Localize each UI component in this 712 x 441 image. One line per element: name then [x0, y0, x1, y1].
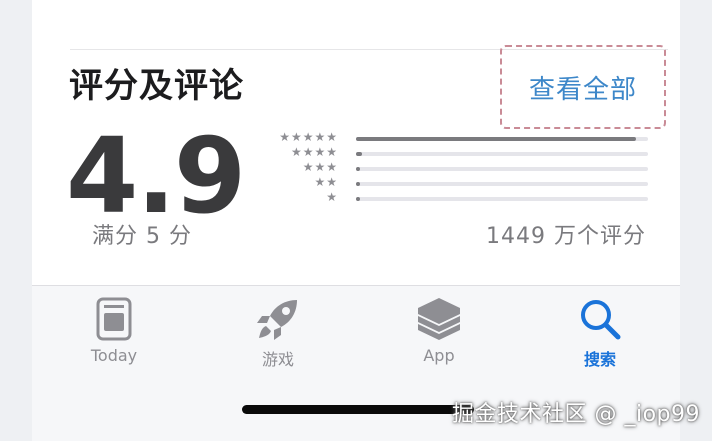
tab-search[interactable]: 搜索: [530, 294, 670, 374]
tab-app[interactable]: App: [369, 294, 509, 374]
stars-label: ★★: [314, 175, 338, 189]
rating-bar-track: [356, 182, 648, 186]
stars-label: ★★★★★: [279, 130, 338, 144]
tab-label: 游戏: [261, 350, 294, 369]
rating-bar-track: [356, 167, 648, 171]
search-icon: [575, 294, 625, 344]
home-indicator: [242, 405, 474, 414]
rating-bar-fill: [356, 182, 361, 186]
layers-icon: [414, 294, 464, 344]
stars-label: ★★★: [302, 160, 338, 174]
see-all-button[interactable]: 查看全部: [500, 45, 666, 129]
tab-today[interactable]: Today: [44, 294, 184, 374]
rating-bar-fill: [356, 152, 362, 156]
stars-label: ★: [326, 190, 338, 204]
today-icon: [89, 294, 139, 344]
stars-label: ★★★★: [290, 145, 338, 159]
rating-bar-fill: [356, 197, 361, 201]
rating-distribution: ★★★★★ ★★★★ ★★★ ★★ ★: [270, 130, 650, 207]
star-row-1: ★: [270, 190, 650, 207]
tab-label: 搜索: [583, 350, 616, 369]
ratings-count: 1449 万个评分: [486, 224, 646, 249]
see-all-label: 查看全部: [528, 74, 637, 105]
rating-bar-track: [356, 197, 648, 201]
section-title: 评分及评论: [69, 66, 244, 106]
tab-label: App: [423, 346, 455, 365]
rating-bar-fill: [356, 167, 361, 171]
rating-bar-track: [356, 152, 648, 156]
tab-label: Today: [90, 346, 138, 365]
watermark: 掘金技术社区 @ _iop99: [451, 402, 700, 427]
tab-games[interactable]: 游戏: [208, 294, 348, 374]
rating-bar-fill: [356, 137, 637, 141]
rating-scale-label: 满分 5 分: [92, 224, 192, 249]
rocket-icon: [253, 294, 303, 344]
rating-bar-track: [356, 137, 648, 141]
